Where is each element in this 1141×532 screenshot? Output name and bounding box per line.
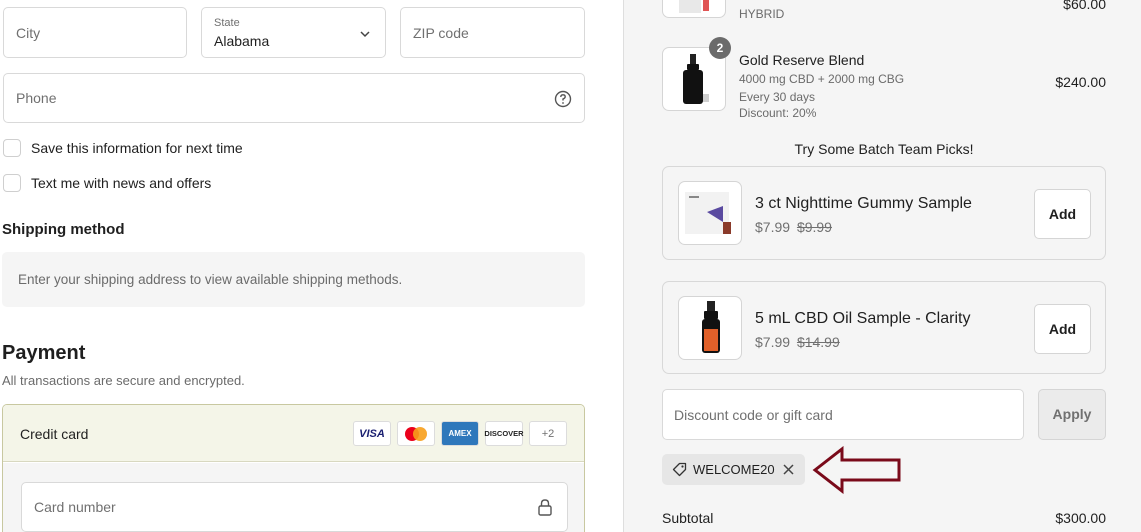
state-select[interactable]: State Alabama (201, 7, 386, 58)
card-number-placeholder: Card number (34, 499, 116, 515)
product-detail: 4000 mg CBD + 2000 mg CBG (739, 72, 905, 86)
lock-icon (538, 499, 552, 516)
upsell-sale-price: $7.99 (755, 334, 791, 350)
save-info-checkbox[interactable] (3, 139, 21, 157)
text-offers-option[interactable]: Text me with news and offers (3, 174, 211, 192)
zip-field[interactable]: ZIP code (400, 7, 585, 58)
annotation-arrow-icon (812, 446, 901, 494)
state-value: Alabama (214, 33, 270, 49)
quantity-badge: 2 (709, 37, 731, 59)
add-upsell-button[interactable]: Add (1034, 189, 1091, 239)
product-price: $240.00 (1055, 74, 1106, 90)
save-info-option[interactable]: Save this information for next time (3, 139, 243, 157)
tag-icon (672, 462, 687, 477)
upsell-price: $7.99 $14.99 (755, 334, 840, 350)
credit-card-label: Credit card (20, 426, 89, 442)
help-icon[interactable] (554, 90, 572, 108)
discount-placeholder: Discount code or gift card (674, 407, 833, 423)
product-variant: HYBRID (739, 7, 785, 21)
upsell-product-name: 3 ct Nighttime Gummy Sample (755, 195, 972, 212)
amex-icon: AMEX (441, 421, 479, 446)
card-number-field[interactable]: Card number (21, 482, 568, 532)
more-brands-badge: +2 (529, 421, 567, 446)
remove-discount-icon[interactable] (782, 463, 795, 476)
chevron-down-icon (360, 31, 370, 38)
city-placeholder: City (16, 24, 41, 41)
upsell-product-name: 5 mL CBD Oil Sample - Clarity (755, 310, 971, 327)
upsell-price: $7.99 $9.99 (755, 219, 832, 235)
product-price: $60.00 (1063, 0, 1106, 12)
credit-card-fields: Card number (3, 463, 584, 532)
apply-discount-button[interactable]: Apply (1038, 389, 1106, 440)
subtotal-label: Subtotal (662, 510, 714, 526)
product-name: Gold Reserve Blend (739, 52, 865, 68)
shipping-notice-text: Enter your shipping address to view avai… (18, 272, 403, 287)
applied-discount-chip: WELCOME20 (662, 454, 805, 485)
save-info-label: Save this information for next time (31, 140, 243, 156)
product-thumbnail (678, 181, 742, 245)
subtotal-value: $300.00 (1055, 510, 1106, 526)
credit-card-option[interactable]: Credit card VISA AMEX DISCOVER +2 Card n… (2, 404, 585, 532)
upsell-compare-price: $9.99 (796, 219, 832, 235)
shipping-method-heading: Shipping method (2, 221, 125, 238)
upsell-sale-price: $7.99 (755, 219, 791, 235)
mastercard-icon (397, 421, 435, 446)
upsell-heading: Try Some Batch Team Picks! (794, 141, 974, 157)
discount-code-text: WELCOME20 (693, 462, 775, 477)
upsell-compare-price: $14.99 (796, 334, 840, 350)
upsell-card: 3 ct Nighttime Gummy Sample $7.99 $9.99 … (662, 166, 1106, 260)
credit-card-header[interactable]: Credit card VISA AMEX DISCOVER +2 (3, 405, 584, 462)
checkout-form: City State Alabama ZIP code Phone Save t… (0, 0, 623, 532)
state-label: State (214, 17, 240, 29)
discover-icon: DISCOVER (484, 421, 524, 446)
city-field[interactable]: City (3, 7, 187, 58)
payment-heading: Payment (2, 342, 86, 364)
product-discount: Discount: 20% (739, 106, 817, 120)
visa-icon: VISA (353, 421, 391, 446)
card-brand-icons: VISA AMEX DISCOVER +2 (353, 421, 567, 446)
product-thumbnail (678, 296, 742, 360)
phone-field[interactable]: Phone (3, 73, 585, 123)
add-upsell-button[interactable]: Add (1034, 304, 1091, 354)
product-thumbnail (662, 0, 726, 18)
phone-placeholder: Phone (16, 90, 57, 106)
payment-subtitle: All transactions are secure and encrypte… (2, 373, 245, 388)
text-offers-checkbox[interactable] (3, 174, 21, 192)
subscription-frequency: Every 30 days (739, 90, 816, 104)
text-offers-label: Text me with news and offers (31, 175, 212, 191)
zip-placeholder: ZIP code (413, 24, 469, 41)
upsell-card: 5 mL CBD Oil Sample - Clarity $7.99 $14.… (662, 281, 1106, 374)
discount-code-input[interactable]: Discount code or gift card (662, 389, 1024, 440)
shipping-methods-notice: Enter your shipping address to view avai… (2, 252, 585, 307)
